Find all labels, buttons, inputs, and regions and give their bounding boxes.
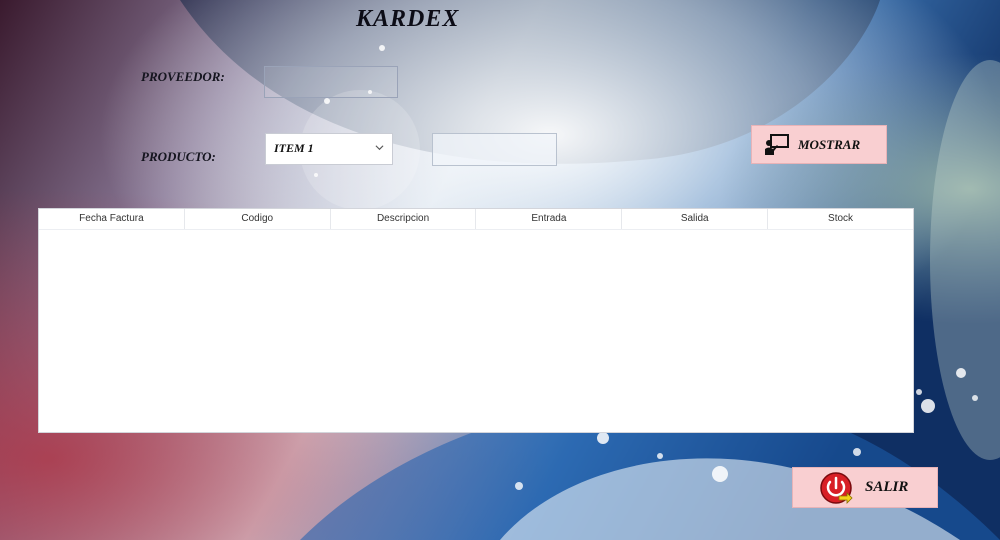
- proveedor-input[interactable]: [264, 66, 398, 98]
- producto-label: PRODUCTO:: [141, 149, 216, 164]
- column-header-salida[interactable]: Salida: [622, 209, 769, 229]
- salir-button[interactable]: SALIR: [792, 467, 938, 508]
- proveedor-label: PROVEEDOR:: [141, 69, 225, 84]
- column-header-stock[interactable]: Stock: [768, 209, 913, 229]
- producto-selected-value: ITEM 1: [274, 141, 314, 155]
- producto-detail-field[interactable]: [432, 133, 557, 166]
- column-header-codigo[interactable]: Codigo: [185, 209, 331, 229]
- chevron-down-icon: [375, 145, 384, 151]
- kardex-table[interactable]: Fecha Factura Codigo Descripcion Entrada…: [38, 208, 914, 433]
- presentation-board-icon: [765, 133, 789, 155]
- column-header-fecha-factura[interactable]: Fecha Factura: [39, 209, 185, 229]
- power-exit-icon: [820, 471, 853, 504]
- table-header: Fecha Factura Codigo Descripcion Entrada…: [39, 209, 913, 230]
- mostrar-button[interactable]: MOSTRAR: [751, 125, 887, 164]
- mostrar-button-label: MOSTRAR: [798, 136, 861, 152]
- column-header-entrada[interactable]: Entrada: [476, 209, 623, 229]
- salir-button-label: SALIR: [865, 479, 909, 495]
- page-title: KARDEX: [356, 6, 460, 32]
- producto-select[interactable]: ITEM 1: [265, 133, 393, 165]
- column-header-descripcion[interactable]: Descripcion: [331, 209, 477, 229]
